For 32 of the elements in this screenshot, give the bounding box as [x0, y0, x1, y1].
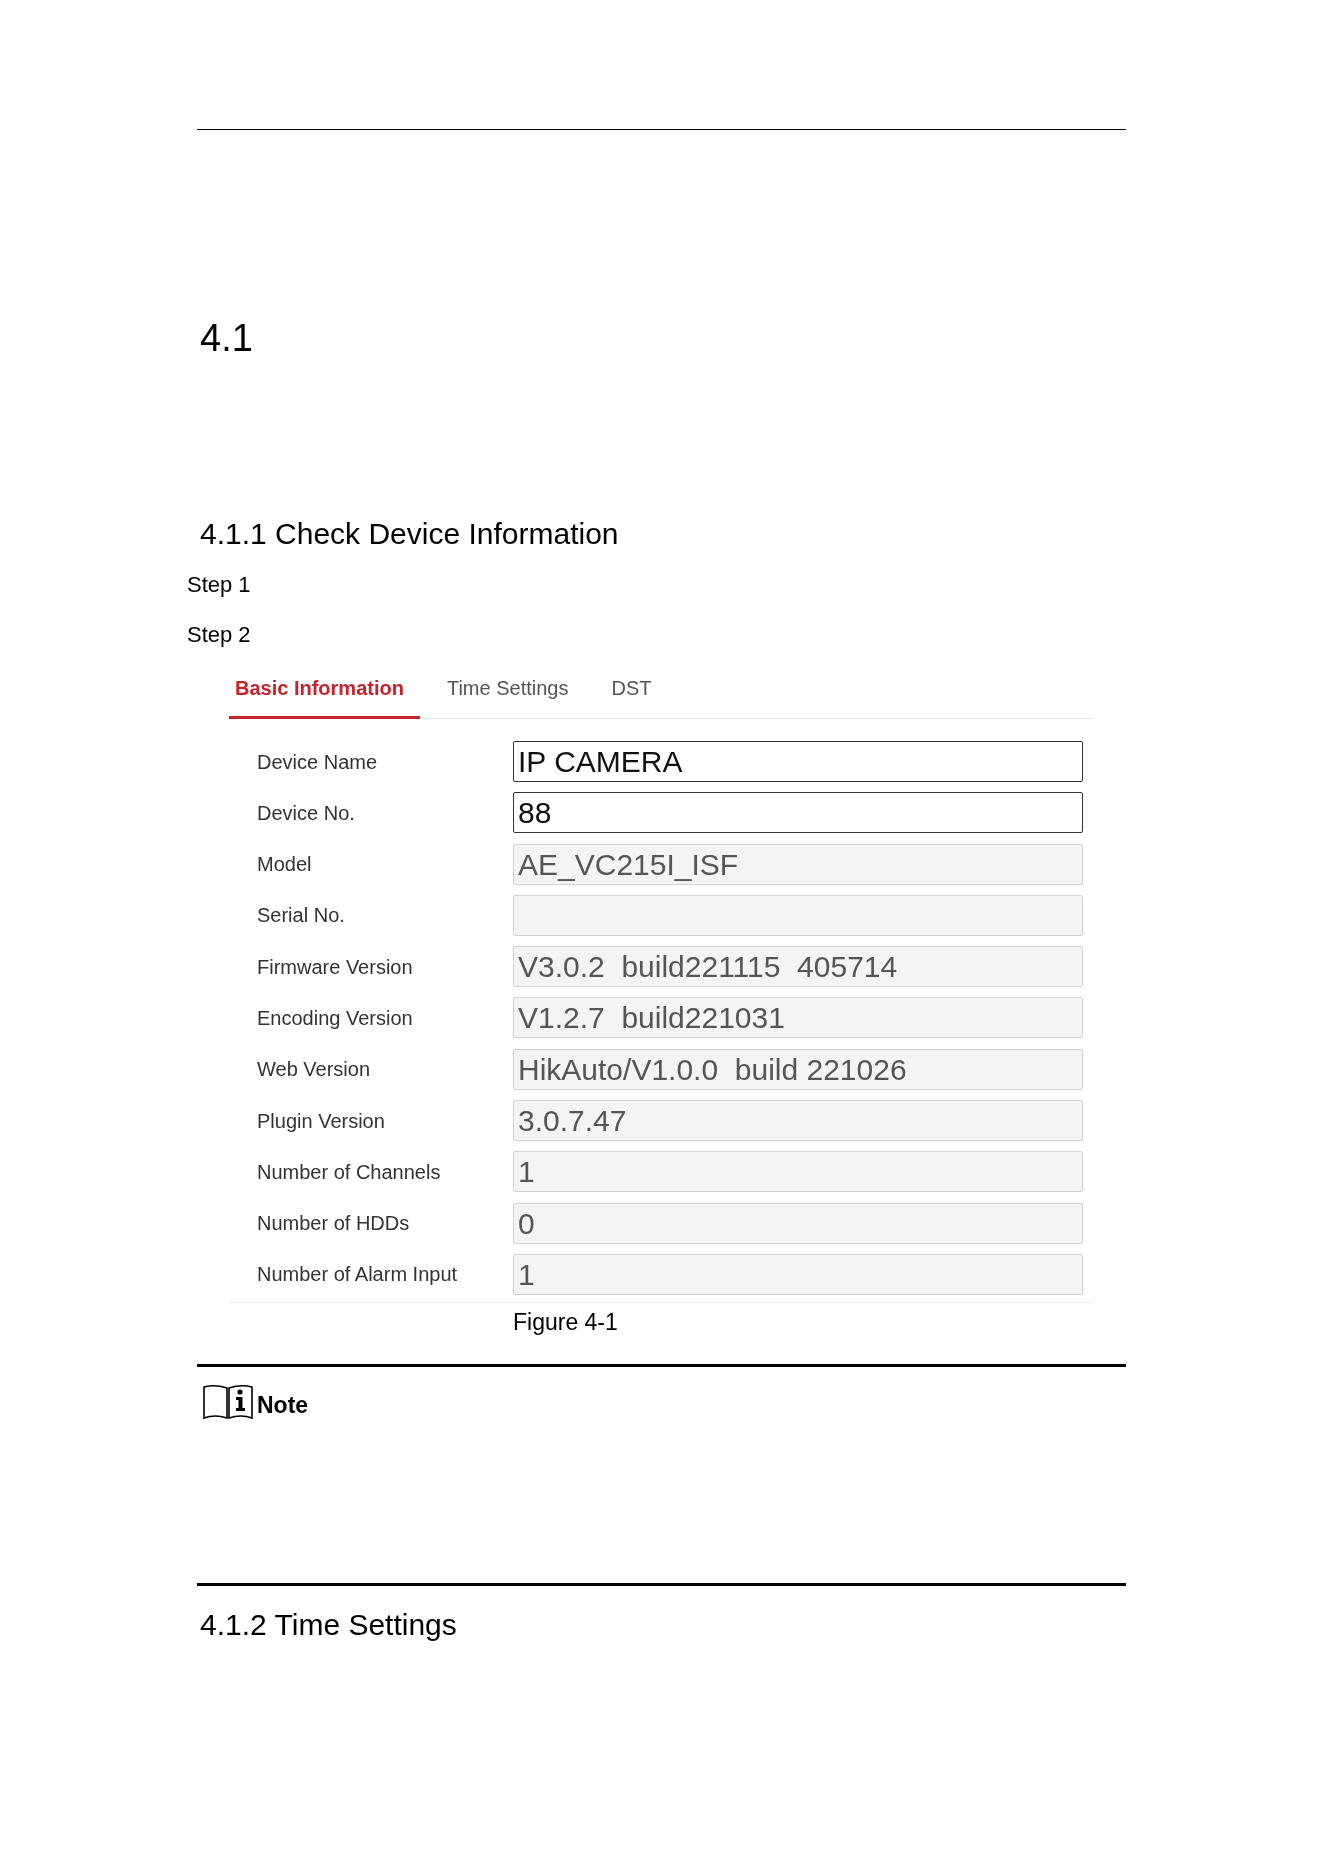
field-label: Model [257, 852, 312, 877]
field-label: Device Name [257, 749, 378, 774]
section-heading: 4.1.2 Time Settings [199, 1606, 457, 1643]
read-only-field: HikAuto/V1.0.0 build 221026 [513, 1048, 1083, 1090]
read-only-field: 1 [513, 1151, 1083, 1193]
field-label: Serial No. [257, 903, 345, 928]
read-only-field: 3.0.7.47 [513, 1100, 1083, 1142]
input-field[interactable]: 88 [513, 792, 1083, 834]
read-only-field: AE_VC215I_ISF [513, 843, 1083, 885]
tab[interactable]: Time Settings [440, 666, 585, 719]
read-only-field: V1.2.7 build221031 [513, 997, 1083, 1039]
tab[interactable]: DST [605, 666, 668, 719]
step-label: Step 1 [187, 571, 251, 599]
field-label: Number of Channels [257, 1159, 441, 1184]
info-book-icon [203, 1383, 253, 1420]
field-label: Device No. [257, 800, 355, 825]
read-only-field: 0 [513, 1202, 1083, 1244]
step-label: Step 2 [187, 621, 251, 649]
section-heading: 4.1.1 Check Device Information [199, 516, 619, 552]
note-title: Note [257, 1391, 309, 1418]
read-only-field: 1 [513, 1253, 1083, 1295]
field-label: Plugin Version [257, 1108, 385, 1133]
field-label: Firmware Version [257, 954, 413, 979]
input-field[interactable]: IP CAMERA [513, 741, 1083, 782]
field-label: Encoding Version [257, 1006, 413, 1030]
read-only-field: V3.0.2 build221115 405714 [513, 946, 1083, 988]
tab[interactable]: Basic Information [229, 666, 420, 719]
field-label: Web Version [257, 1057, 371, 1082]
field-label: Number of Alarm Input [257, 1262, 458, 1287]
section-number: 4.1 [199, 316, 253, 360]
figure-caption: Figure 4-1 [513, 1308, 618, 1335]
field-label: Number of HDDs [257, 1211, 410, 1236]
